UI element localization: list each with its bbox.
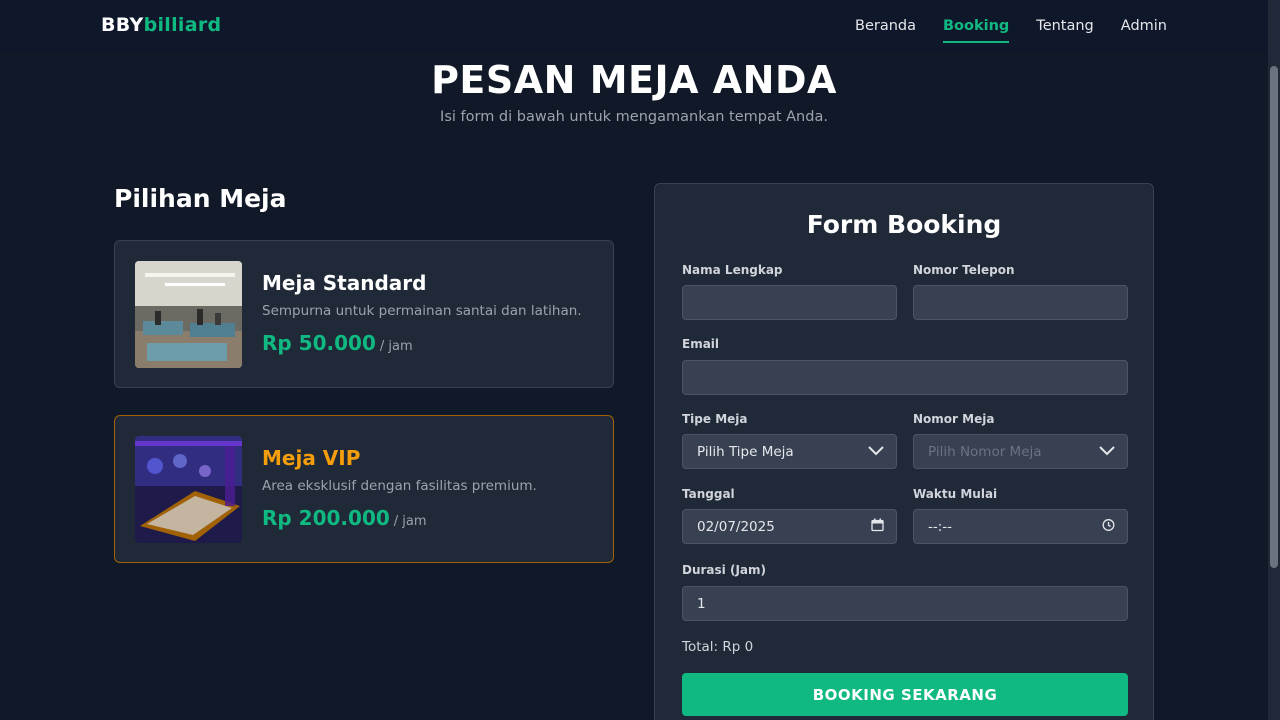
- table-type-label: Tipe Meja: [682, 412, 748, 426]
- standard-table-image: [135, 261, 242, 368]
- start-time-input[interactable]: --:--: [913, 509, 1128, 544]
- page-title: PESAN MEJA ANDA: [431, 58, 837, 102]
- total-price: Total: Rp 0: [682, 639, 754, 655]
- page-scrollbar[interactable]: [1268, 0, 1280, 720]
- booking-submit-button[interactable]: BOOKING SEKARANG: [682, 673, 1128, 716]
- logo[interactable]: BBYbilliard: [101, 14, 221, 36]
- duration-input[interactable]: 1: [682, 586, 1128, 621]
- table-options-title: Pilihan Meja: [114, 184, 287, 213]
- logo-part-2: billiard: [143, 14, 222, 36]
- nav-tentang[interactable]: Tentang: [1036, 12, 1093, 40]
- calendar-icon[interactable]: [871, 518, 884, 535]
- nav-booking[interactable]: Booking: [943, 12, 1010, 43]
- table-description: Area eksklusif dengan fasilitas premium.: [262, 478, 537, 494]
- table-card-standard[interactable]: Meja Standard Sempurna untuk permainan s…: [114, 240, 614, 388]
- clock-icon[interactable]: [1102, 518, 1115, 535]
- vip-table-image: [135, 436, 242, 543]
- table-price: Rp 50.000/ jam: [262, 331, 413, 355]
- table-price: Rp 200.000/ jam: [262, 506, 427, 530]
- name-label: Nama Lengkap: [682, 263, 783, 277]
- phone-label: Nomor Telepon: [913, 263, 1015, 277]
- table-number-placeholder: Pilih Nomor Meja: [928, 443, 1042, 460]
- table-card-vip[interactable]: Meja VIP Area eksklusif dengan fasilitas…: [114, 415, 614, 563]
- table-type-select[interactable]: Pilih Tipe Meja: [682, 434, 897, 469]
- email-input[interactable]: [682, 360, 1128, 395]
- phone-input[interactable]: [913, 285, 1128, 320]
- page-subtitle: Isi form di bawah untuk mengamankan temp…: [440, 109, 828, 125]
- price-amount: Rp 50.000: [262, 331, 376, 355]
- start-time-label: Waktu Mulai: [913, 487, 998, 501]
- price-unit: / jam: [393, 514, 427, 529]
- date-input[interactable]: 02/07/2025: [682, 509, 897, 544]
- table-type-value: Pilih Tipe Meja: [697, 443, 794, 460]
- duration-label: Durasi (Jam): [682, 563, 766, 577]
- date-label: Tanggal: [682, 487, 735, 501]
- chevron-down-icon: [868, 444, 884, 460]
- start-time-value: --:--: [928, 518, 953, 535]
- nav-beranda[interactable]: Beranda: [855, 12, 916, 40]
- main-nav: Beranda Booking Tentang Admin: [855, 0, 1167, 52]
- table-name: Meja Standard: [262, 271, 427, 295]
- table-description: Sempurna untuk permainan santai dan lati…: [262, 303, 582, 319]
- nav-admin[interactable]: Admin: [1121, 12, 1167, 40]
- table-name: Meja VIP: [262, 446, 361, 470]
- email-label: Email: [682, 337, 720, 351]
- table-number-label: Nomor Meja: [913, 412, 995, 426]
- top-nav-bar: BBYbilliard Beranda Booking Tentang Admi…: [0, 0, 1268, 52]
- scrollbar-thumb[interactable]: [1270, 66, 1278, 568]
- logo-part-1: BBY: [101, 14, 144, 36]
- form-title: Form Booking: [806, 210, 1002, 239]
- date-value: 02/07/2025: [697, 518, 775, 535]
- chevron-down-icon: [1099, 444, 1115, 460]
- price-unit: / jam: [379, 339, 413, 354]
- table-number-select[interactable]: Pilih Nomor Meja: [913, 434, 1128, 469]
- price-amount: Rp 200.000: [262, 506, 390, 530]
- booking-form: Form Booking Nama Lengkap Nomor Telepon …: [654, 183, 1154, 720]
- name-input[interactable]: [682, 285, 897, 320]
